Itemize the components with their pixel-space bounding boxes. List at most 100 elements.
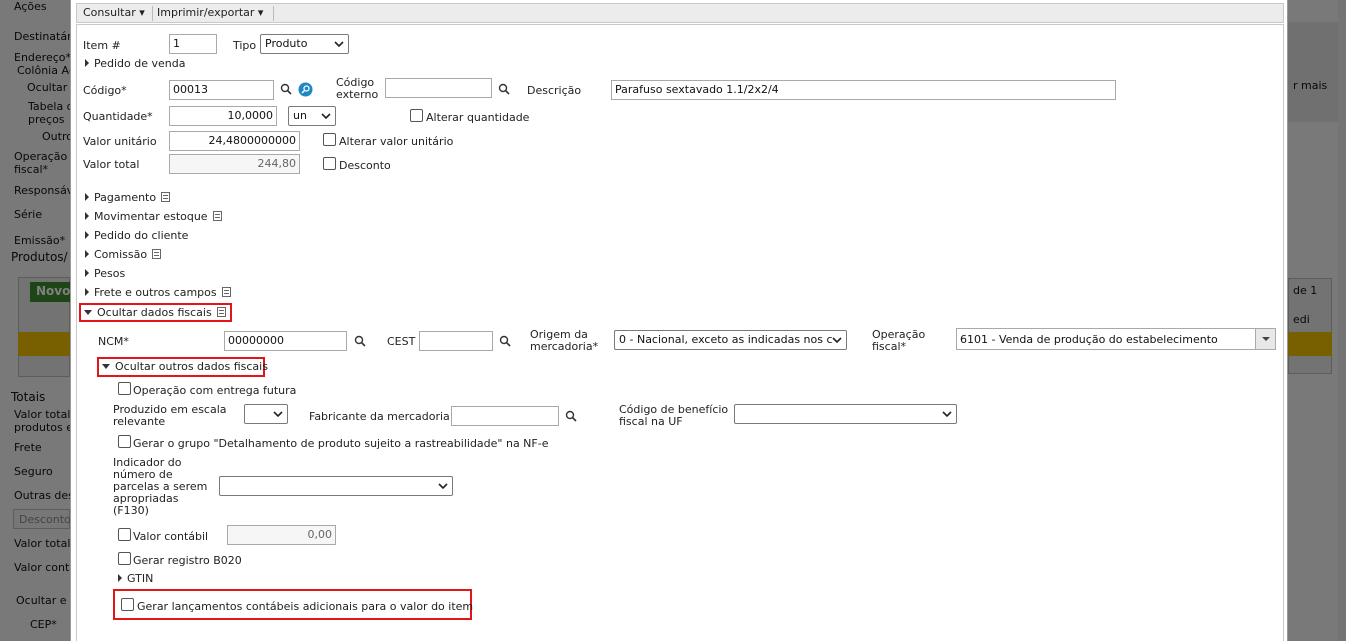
desconto-checkbox[interactable]	[323, 157, 336, 170]
pedido-cliente-label: Pedido do cliente	[94, 229, 189, 242]
ncm-input[interactable]: 00000000	[224, 331, 347, 351]
indicador-parcelas-select[interactable]	[219, 476, 453, 496]
codigo-externo-label: Código externo	[336, 77, 378, 101]
imprimir-label: Imprimir/exportar	[157, 6, 255, 19]
cest-input[interactable]	[419, 331, 493, 351]
fabricante-input[interactable]	[451, 406, 559, 426]
cest-label: CEST	[387, 335, 416, 348]
origem-value: 0 - Nacional, exceto as indicadas nos c	[619, 333, 833, 346]
list-icon	[152, 249, 162, 259]
ocultar-dados-fiscais-label: Ocultar dados fiscais	[97, 306, 212, 319]
chevron-down-icon: ▾	[139, 6, 145, 19]
caret-down-icon	[102, 364, 110, 369]
ocultar-outros-dados-section[interactable]: Ocultar outros dados fiscais	[102, 360, 268, 373]
toolbar-divider	[273, 6, 274, 21]
imprimir-menu[interactable]: Imprimir/exportar ▾	[157, 6, 263, 19]
origem-label-line2: mercadoria*	[530, 340, 599, 353]
rastreabilidade-checkbox[interactable]	[118, 435, 131, 448]
b020-label: Gerar registro B020	[133, 554, 242, 567]
unidade-select[interactable]: un	[288, 106, 336, 126]
escala-select[interactable]	[244, 404, 288, 424]
caret-down-icon	[84, 310, 92, 315]
gtin-section[interactable]: GTIN	[118, 572, 153, 585]
origem-select[interactable]: 0 - Nacional, exceto as indicadas nos c	[614, 330, 847, 350]
search-icon[interactable]	[499, 335, 511, 347]
consultar-menu[interactable]: Consultar ▾	[83, 6, 145, 19]
codigo-externo-label-line2: externo	[336, 88, 379, 101]
list-icon	[221, 287, 231, 297]
descricao-input[interactable]: Parafuso sextavado 1.1/2x2/4	[611, 80, 1116, 100]
list-icon	[212, 211, 222, 221]
search-icon[interactable]	[280, 83, 292, 95]
tipo-value: Produto	[265, 37, 308, 50]
alterar-valor-unitario-checkbox[interactable]	[323, 133, 336, 146]
pesos-section[interactable]: Pesos	[85, 267, 125, 280]
caret-right-icon	[118, 574, 122, 582]
pedido-cliente-section[interactable]: Pedido do cliente	[85, 229, 188, 242]
ocultar-outros-label: Ocultar outros dados fiscais	[115, 360, 268, 373]
list-icon	[216, 307, 226, 317]
movimentar-estoque-section[interactable]: Movimentar estoque	[85, 210, 222, 223]
pedido-venda-section[interactable]: Pedido de venda	[85, 57, 185, 70]
consultar-label: Consultar	[83, 6, 136, 19]
item-dialog: Consultar ▾ Imprimir/exportar ▾ Item # 1…	[70, 0, 1288, 641]
beneficio-fiscal-select[interactable]	[734, 404, 957, 424]
lancamentos-contabeis-label: Gerar lançamentos contábeis adicionais p…	[137, 600, 474, 613]
pagamento-section[interactable]: Pagamento	[85, 191, 171, 204]
chevron-down-icon	[1262, 337, 1270, 341]
ocultar-dados-fiscais-section[interactable]: Ocultar dados fiscais	[84, 306, 226, 319]
entrega-futura-label: Operação com entrega futura	[133, 384, 297, 397]
fabricante-label: Fabricante da mercadoria	[309, 410, 450, 423]
caret-right-icon	[85, 59, 89, 67]
escala-label-line2: relevante	[113, 415, 166, 428]
pesos-label: Pesos	[94, 267, 126, 280]
tipo-select[interactable]: Produto	[260, 34, 349, 54]
comissao-label: Comissão	[94, 248, 148, 261]
caret-right-icon	[85, 269, 89, 277]
gtin-label: GTIN	[127, 572, 154, 585]
frete-outros-section[interactable]: Frete e outros campos	[85, 286, 231, 299]
chevron-down-icon	[438, 483, 448, 490]
movimentar-estoque-label: Movimentar estoque	[94, 210, 208, 223]
item-form: Item # 1 Tipo Produto Pedido de venda Có…	[76, 24, 1284, 641]
valor-contabil-checkbox[interactable]	[118, 528, 131, 541]
unidade-value: un	[293, 109, 307, 122]
search-icon[interactable]	[565, 410, 577, 422]
caret-right-icon	[85, 250, 89, 258]
descricao-label: Descrição	[527, 84, 582, 97]
chevron-down-icon	[273, 411, 283, 418]
item-number-input[interactable]: 1	[169, 34, 217, 54]
pedido-venda-label: Pedido de venda	[94, 57, 186, 70]
chevron-down-icon	[321, 113, 331, 120]
comissao-section[interactable]: Comissão	[85, 248, 162, 261]
valor-total-input: 244,80	[169, 154, 300, 174]
desconto-label: Desconto	[339, 159, 391, 172]
valor-contabil-label: Valor contábil	[133, 530, 209, 543]
quantidade-input[interactable]: 10,0000	[169, 106, 277, 126]
search-icon[interactable]	[498, 83, 510, 95]
operacao-fiscal-label: Operação fiscal*	[872, 329, 925, 353]
alterar-quantidade-checkbox[interactable]	[410, 109, 423, 122]
chevron-down-icon	[942, 411, 952, 418]
search-icon[interactable]	[354, 335, 366, 347]
operacao-fiscal-dropdown-button[interactable]	[1255, 329, 1275, 349]
codigo-input[interactable]: 00013	[169, 80, 274, 100]
entrega-futura-checkbox[interactable]	[118, 382, 131, 395]
caret-right-icon	[85, 231, 89, 239]
codigo-externo-input[interactable]	[385, 78, 492, 98]
indicador-parcelas-label: Indicador do número de parcelas a serem …	[113, 457, 207, 517]
chevron-down-icon	[334, 41, 344, 48]
beneficio-label-line2: fiscal na UF	[619, 415, 683, 428]
operacao-fiscal-combobox[interactable]: 6101 - Venda de produção do estabelecime…	[956, 328, 1276, 350]
frete-outros-label: Frete e outros campos	[94, 286, 217, 299]
b020-checkbox[interactable]	[118, 552, 131, 565]
tipo-label: Tipo	[233, 39, 257, 52]
caret-right-icon	[85, 288, 89, 296]
valor-unitario-input[interactable]: 24,4800000000	[169, 131, 300, 151]
caret-right-icon	[85, 212, 89, 220]
lancamentos-contabeis-checkbox[interactable]	[121, 598, 134, 611]
details-icon[interactable]	[298, 82, 313, 97]
origem-label: Origem da mercadoria*	[530, 329, 598, 353]
dialog-toolbar: Consultar ▾ Imprimir/exportar ▾	[76, 3, 1284, 23]
toolbar-divider	[152, 6, 153, 21]
